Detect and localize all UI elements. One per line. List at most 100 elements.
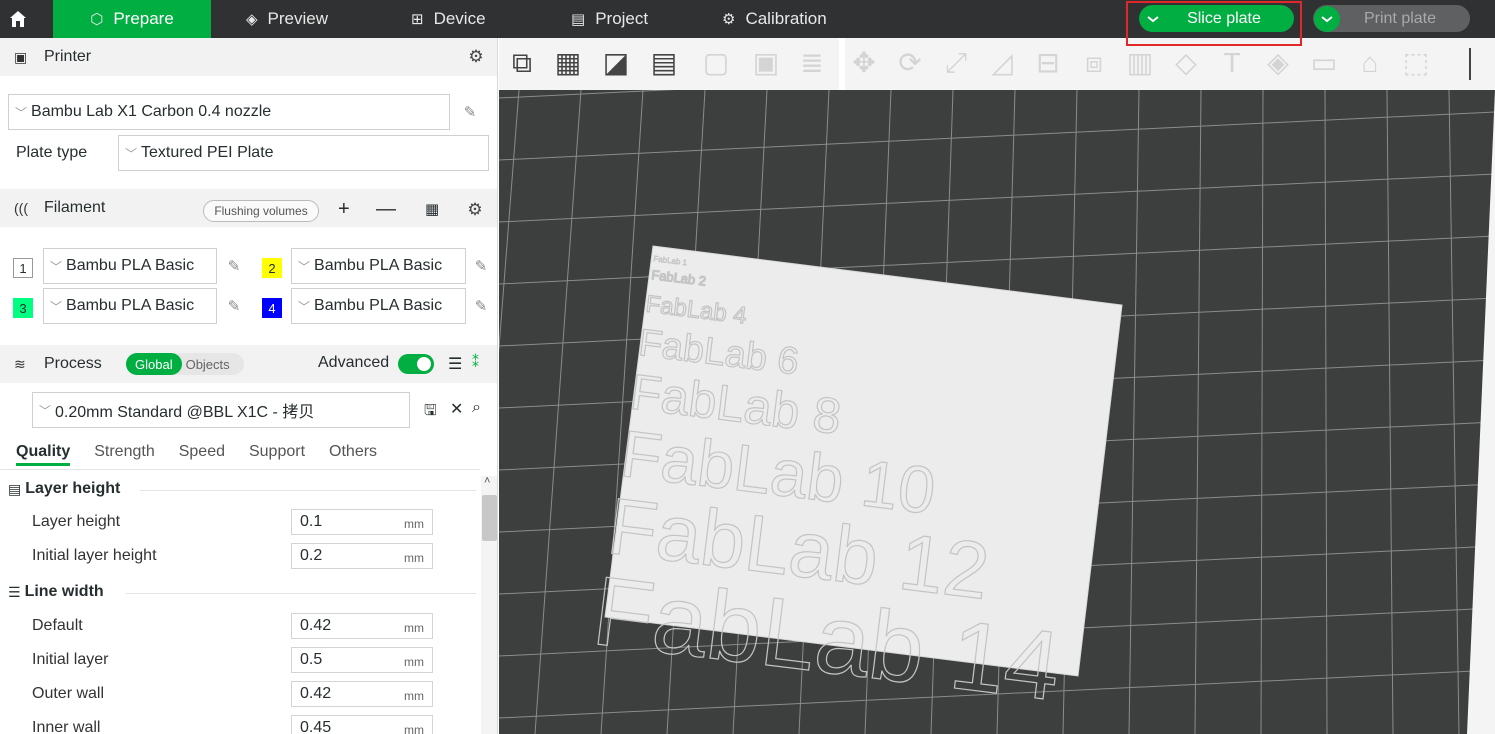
layer-height-label: Layer height: [32, 513, 121, 530]
advanced-label: Advanced: [318, 354, 390, 371]
sync-filament-icon[interactable]: ▦: [425, 200, 439, 218]
toolbar-divider: [1469, 48, 1471, 80]
list-icon[interactable]: ☰: [448, 354, 462, 374]
color-paint-icon[interactable]: ◈: [1261, 46, 1295, 80]
filament-icon: (((: [14, 200, 28, 216]
layer-editing-icon[interactable]: ≣: [795, 46, 829, 80]
print-plate-button[interactable]: Print plate: [1313, 5, 1470, 32]
gear-icon[interactable]: ⚙: [466, 47, 486, 67]
outer-wall-width-input[interactable]: 0.42 mm: [291, 681, 433, 707]
edit-icon[interactable]: ✎: [461, 104, 479, 122]
split-parts-icon[interactable]: ▣: [749, 46, 783, 80]
close-icon[interactable]: ✕: [450, 399, 463, 419]
process-preset-select[interactable]: ﹀ 0.20mm Standard @BBL X1C - 拷贝: [32, 392, 410, 428]
tab-device[interactable]: ⊞ Device: [411, 0, 486, 38]
default-line-width-input[interactable]: 0.42 mm: [291, 613, 433, 639]
printer-select[interactable]: ﹀ Bambu Lab X1 Carbon 0.4 nozzle: [8, 94, 450, 130]
boolean-icon[interactable]: ⧈: [1077, 46, 1111, 80]
arrange-icon[interactable]: ▤: [647, 46, 681, 80]
cut-icon[interactable]: ⊟: [1031, 46, 1065, 80]
support-paint-icon[interactable]: ▥: [1123, 46, 1157, 80]
measure-icon[interactable]: ▭: [1307, 46, 1341, 80]
initial-layer-width-label: Initial layer: [32, 651, 109, 668]
rotate-icon[interactable]: ⟳: [893, 46, 927, 80]
scale-icon[interactable]: ⤢: [939, 46, 973, 80]
layer-height-input[interactable]: 0.1 mm: [291, 509, 433, 535]
tab-prepare[interactable]: ⬡ Prepare: [53, 0, 211, 38]
inner-wall-width-input[interactable]: 0.45 mm: [291, 715, 433, 734]
printer-header: ▣ Printer ⚙: [0, 38, 497, 76]
tab-quality[interactable]: Quality: [16, 443, 71, 466]
lay-on-face-icon[interactable]: ◿: [985, 46, 1019, 80]
flushing-volumes-button[interactable]: Flushing volumes: [203, 200, 319, 222]
inner-wall-width-label: Inner wall: [32, 719, 101, 734]
initial-layer-height-label: Initial layer height: [32, 547, 157, 564]
compare-icon[interactable]: ⁑: [472, 354, 479, 371]
filament-slot-1-select[interactable]: ﹀ Bambu PLA Basic: [43, 248, 217, 284]
build-plate-grid: FabLab 1 FabLab 2 FabLab 4 FabLab 6 FabL…: [499, 90, 1495, 734]
advanced-switch[interactable]: [398, 354, 434, 374]
settings-panel: ▣ Printer ⚙ ﹀ Bambu Lab X1 Carbon 0.4 noz…: [0, 38, 498, 734]
tab-preview[interactable]: ◈ Preview: [246, 0, 328, 38]
global-option[interactable]: Global: [126, 353, 182, 375]
filament-slot-4-select[interactable]: ﹀ Bambu PLA Basic: [291, 288, 466, 324]
assembly-icon[interactable]: ⌂: [1353, 46, 1387, 80]
chevron-down-icon: ﹀: [50, 299, 63, 314]
layers-icon: ◈: [246, 11, 258, 28]
edit-icon[interactable]: ✎: [472, 258, 490, 276]
chevron-down-icon: ﹀: [125, 146, 138, 161]
search-icon[interactable]: ⌕: [472, 399, 481, 417]
initial-layer-width-input[interactable]: 0.5 mm: [291, 647, 433, 673]
chevron-down-icon: ﹀: [15, 105, 28, 120]
objects-option[interactable]: Objects: [182, 357, 234, 372]
plate-type-label: Plate type: [16, 144, 88, 161]
seam-paint-icon[interactable]: ◇: [1169, 46, 1203, 80]
add-plate-icon[interactable]: ▦: [551, 46, 585, 80]
add-object-icon[interactable]: ⧉: [505, 46, 539, 80]
toolbar-separator: [839, 38, 845, 90]
process-icon: ≋: [14, 355, 26, 372]
split-objects-icon[interactable]: ▢: [699, 46, 733, 80]
chevron-down-icon[interactable]: [1314, 5, 1340, 32]
filament-slot-3-select[interactable]: ﹀ Bambu PLA Basic: [43, 288, 217, 324]
filament-slot-1-badge: 1: [13, 258, 33, 278]
tab-speed[interactable]: Speed: [179, 443, 225, 466]
edit-icon[interactable]: ✎: [472, 298, 490, 316]
tab-calibration[interactable]: ⚙ Calibration: [722, 0, 827, 38]
printer-icon: ▣: [14, 48, 28, 65]
chevron-down-icon: ﹀: [50, 259, 63, 274]
chevron-down-icon: ﹀: [298, 299, 311, 314]
plate-type-select[interactable]: ﹀ Textured PEI Plate: [118, 135, 489, 171]
edit-icon[interactable]: ✎: [225, 258, 243, 276]
scroll-up-icon[interactable]: ˄: [484, 475, 490, 487]
default-line-width-label: Default: [32, 617, 83, 634]
layer-height-icon: ▤: [8, 480, 22, 497]
tab-support[interactable]: Support: [249, 443, 305, 466]
cube-icon: ⬡: [90, 11, 104, 28]
top-bar: ⬡ Prepare ◈ Preview ⊞ Device ▤ Project ⚙ Cali…: [0, 0, 1495, 46]
brim-ears-icon[interactable]: ⬚: [1399, 46, 1433, 80]
initial-layer-height-input[interactable]: 0.2 mm: [291, 543, 433, 569]
group-divider: [140, 490, 476, 491]
home-button[interactable]: [0, 0, 36, 38]
auto-orient-icon[interactable]: ◪: [599, 46, 633, 80]
outer-wall-width-label: Outer wall: [32, 685, 105, 702]
scrollbar-thumb[interactable]: [482, 495, 497, 541]
filament-slot-2-select[interactable]: ﹀ Bambu PLA Basic: [291, 248, 466, 284]
gear-icon[interactable]: ⚙: [465, 200, 485, 220]
remove-filament-icon[interactable]: —: [376, 198, 396, 221]
tab-project[interactable]: ▤ Project: [571, 0, 648, 38]
chevron-down-icon: ﹀: [39, 403, 52, 418]
tabs-divider: [0, 469, 480, 470]
tab-others[interactable]: Others: [329, 443, 377, 466]
save-icon[interactable]: 🖫: [424, 400, 437, 425]
add-filament-icon[interactable]: +: [338, 198, 350, 221]
edit-icon[interactable]: ✎: [225, 298, 243, 316]
move-icon[interactable]: ✥: [847, 46, 881, 80]
3d-viewport[interactable]: ⧉ ▦ ◪ ▤ ▢ ▣ ≣ ✥ ⟳ ⤢ ◿ ⊟ ⧈ ▥ ◇ T ◈ ▭ ⌂ ⬚: [499, 38, 1495, 734]
home-icon: [10, 11, 26, 27]
text-icon[interactable]: T: [1215, 46, 1249, 80]
group-divider: [126, 593, 476, 594]
global-objects-toggle[interactable]: Global Objects: [126, 353, 244, 375]
tab-strength[interactable]: Strength: [94, 443, 154, 466]
